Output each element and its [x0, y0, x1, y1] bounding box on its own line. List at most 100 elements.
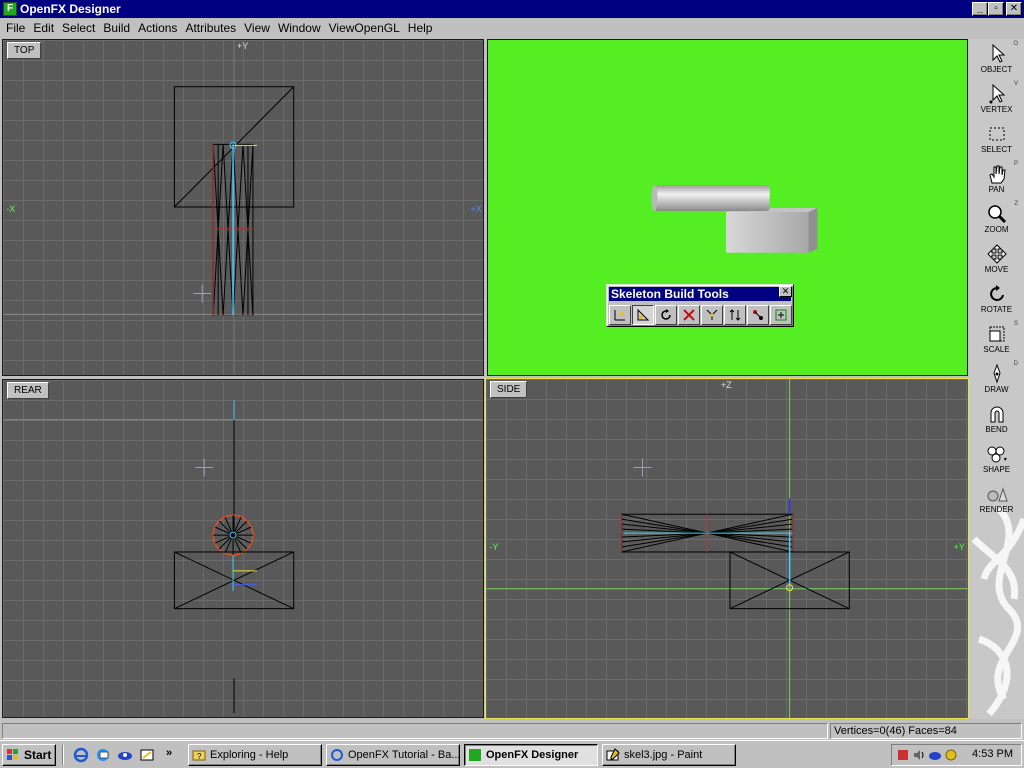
- menu-bar: File Edit Select Build Actions Attribute…: [0, 18, 1024, 38]
- viewport-label-rear[interactable]: REAR: [7, 382, 49, 399]
- menu-edit[interactable]: Edit: [29, 19, 58, 37]
- add-bone-icon: [614, 310, 625, 321]
- app-icon[interactable]: F: [3, 2, 17, 16]
- outlook-icon[interactable]: [95, 747, 111, 763]
- arrow-cursor-icon: [992, 43, 1005, 63]
- viewport-label-top[interactable]: TOP: [7, 42, 42, 59]
- system-tray: 4:53 PM: [891, 744, 1022, 766]
- minimize-button[interactable]: _: [972, 2, 988, 16]
- weight-button[interactable]: [747, 305, 769, 325]
- menu-attributes[interactable]: Attributes: [181, 19, 240, 37]
- network-icon[interactable]: [928, 748, 942, 762]
- task-exploring-help[interactable]: ? Exploring - Help: [188, 744, 322, 766]
- delete-bone-button[interactable]: [678, 305, 700, 325]
- weight-icon: [753, 310, 763, 320]
- tool-render[interactable]: RENDER: [969, 481, 1024, 521]
- top-axis-label-right: +X: [471, 204, 482, 214]
- show-desktop-icon[interactable]: [139, 747, 155, 763]
- tool-vertex[interactable]: V VERTEX: [969, 81, 1024, 121]
- volume-icon[interactable]: [912, 748, 926, 762]
- shape-icon: [987, 446, 1007, 463]
- delete-bone-icon: [683, 309, 695, 321]
- menu-viewopengl[interactable]: ViewOpenGL: [325, 19, 404, 37]
- menu-file[interactable]: File: [2, 19, 29, 37]
- maximize-button[interactable]: ▫: [988, 2, 1004, 16]
- assign-button[interactable]: [770, 305, 792, 325]
- start-button[interactable]: Start: [2, 744, 56, 766]
- pen-icon: [992, 363, 1001, 384]
- start-label: Start: [24, 748, 52, 762]
- add-bone-button[interactable]: [609, 305, 631, 325]
- tool-pan[interactable]: P PAN: [969, 161, 1024, 201]
- tool-shape[interactable]: SHAPE: [969, 441, 1024, 481]
- viewport-top[interactable]: TOP +Y -X +X: [2, 39, 484, 376]
- task-openfx-designer[interactable]: OpenFX Designer: [464, 744, 598, 766]
- tool-zoom[interactable]: Z ZOOM: [969, 201, 1024, 241]
- window-title: OpenFX Designer: [20, 2, 121, 16]
- select-bone-button[interactable]: [632, 305, 654, 325]
- browser-icon: [331, 749, 343, 761]
- tool-bend[interactable]: BEND: [969, 401, 1024, 441]
- menu-select[interactable]: Select: [58, 19, 99, 37]
- tool-panel: O OBJECT V VERTEX SELECT P PAN Z ZOOM MO…: [969, 39, 1024, 719]
- viewport-rear[interactable]: REAR: [2, 379, 484, 718]
- status-field-main: [2, 723, 828, 739]
- close-button[interactable]: ✕: [1006, 2, 1022, 16]
- scale-icon: [989, 326, 1004, 342]
- clock[interactable]: 4:53 PM: [972, 748, 1013, 760]
- quicklaunch-overflow-icon[interactable]: »: [166, 747, 172, 759]
- viewport-side[interactable]: SIDE +Z -Y +Y: [485, 378, 969, 719]
- paint-icon: [606, 748, 620, 761]
- tray-app-icon[interactable]: [896, 748, 910, 762]
- title-bar: F OpenFX Designer _ ▫ ✕: [0, 0, 1024, 18]
- task-paint[interactable]: skel3.jpg - Paint: [602, 744, 736, 766]
- hand-icon: [988, 165, 1006, 184]
- taskbar: Start » ? Exploring - Help OpenFX Tutori…: [0, 740, 1024, 768]
- tool-select[interactable]: SELECT: [969, 121, 1024, 161]
- palette-close-button[interactable]: ✕: [779, 286, 792, 297]
- move-icon: [986, 244, 1007, 264]
- viewport-label-side[interactable]: SIDE: [490, 381, 528, 398]
- rear-view-canvas[interactable]: [3, 380, 483, 717]
- openfx-icon: [469, 749, 481, 761]
- cylinder-cap: [651, 185, 658, 211]
- box-front-face: [726, 211, 809, 253]
- rotate-bone-icon: [661, 309, 671, 320]
- top-axis-label-left: -X: [6, 204, 15, 214]
- menu-view[interactable]: View: [240, 19, 274, 37]
- magnifier-icon: [987, 205, 1006, 224]
- menu-build[interactable]: Build: [99, 19, 134, 37]
- connect-button[interactable]: [701, 305, 723, 325]
- magnet-icon: [990, 406, 1003, 423]
- tool-move[interactable]: MOVE: [969, 241, 1024, 281]
- render-icon: [987, 487, 1008, 502]
- menu-actions[interactable]: Actions: [134, 19, 181, 37]
- side-axis-label-right: +Y: [954, 542, 965, 552]
- move-bone-icon: [729, 309, 741, 321]
- menu-help[interactable]: Help: [404, 19, 437, 37]
- svg-text:?: ?: [197, 752, 202, 761]
- tool-rotate[interactable]: ROTATE: [969, 281, 1024, 321]
- rotate-bone-button[interactable]: [655, 305, 677, 325]
- assign-icon: [775, 309, 787, 321]
- select-bone-icon: [637, 308, 650, 321]
- palette-title[interactable]: Skeleton Build Tools: [609, 287, 791, 301]
- move-bone-button[interactable]: [724, 305, 746, 325]
- tool-draw[interactable]: D DRAW: [969, 361, 1024, 401]
- side-view-canvas[interactable]: +Z -Y +Y: [486, 379, 968, 718]
- status-bar: Vertices=0(46) Faces=84: [0, 722, 1024, 740]
- ie-icon[interactable]: [73, 747, 89, 763]
- channels-icon[interactable]: [117, 747, 133, 763]
- tool-object[interactable]: O OBJECT: [969, 41, 1024, 81]
- side-axis-label-left: -Y: [489, 542, 498, 552]
- connect-icon: [706, 309, 718, 320]
- windows-logo-icon: [7, 749, 18, 760]
- cylinder-body: [654, 185, 770, 211]
- menu-window[interactable]: Window: [274, 19, 325, 37]
- status-vertex-count: Vertices=0(46) Faces=84: [830, 723, 1022, 739]
- skeleton-build-tools-palette[interactable]: Skeleton Build Tools ✕: [606, 284, 794, 327]
- top-view-canvas[interactable]: +Y -X +X: [3, 40, 483, 375]
- tool-scale[interactable]: S SCALE: [969, 321, 1024, 361]
- scheduler-icon[interactable]: [944, 748, 958, 762]
- task-openfx-tutorial[interactable]: OpenFX Tutorial - Ba...: [326, 744, 460, 766]
